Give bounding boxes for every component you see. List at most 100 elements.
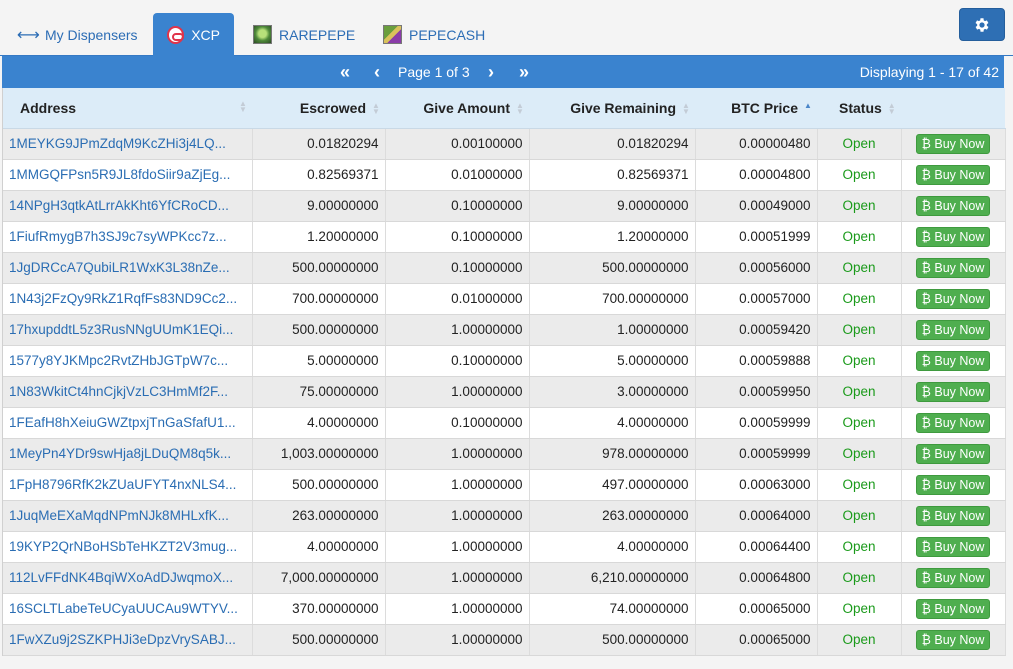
buy-now-button[interactable]: ₿ Buy Now	[915, 319, 991, 340]
buy-cell: ₿ Buy Now	[901, 500, 1006, 532]
buy-now-button[interactable]: ₿ Buy Now	[915, 288, 991, 309]
btc-price-cell: 0.00063000	[695, 469, 818, 501]
escrowed-cell: 500.00000000	[252, 252, 386, 284]
prev-page-button[interactable]: ‹	[367, 56, 387, 88]
address-link[interactable]: 1MEYKG9JPmZdqM9KcZHi3j4LQ...	[3, 128, 253, 160]
give-remaining-cell: 4.00000000	[529, 407, 696, 439]
buy-now-button[interactable]: ₿ Buy Now	[915, 350, 991, 371]
next-page-button[interactable]: ›	[481, 56, 501, 88]
give-amount-cell: 1.00000000	[385, 500, 530, 532]
display-count: Displaying 1 - 17 of 42	[859, 64, 999, 80]
give-remaining-cell: 263.00000000	[529, 500, 696, 532]
tab-label: XCP	[191, 26, 220, 43]
tab-rarepepe[interactable]: RAREPEPE	[253, 13, 355, 56]
tab-my-dispensers[interactable]: ⟷ My Dispensers	[17, 13, 138, 56]
escrowed-cell: 4.00000000	[252, 531, 386, 563]
status-cell: Open	[817, 500, 902, 532]
buy-now-button[interactable]: ₿ Buy Now	[915, 505, 991, 526]
column-header-give-remaining[interactable]: Give Remaining ▲ ▼	[529, 88, 695, 129]
column-header-address[interactable]: Address ▲ ▼	[3, 88, 252, 129]
buy-now-button[interactable]: ₿ Buy Now	[915, 598, 991, 619]
address-link[interactable]: 1FwXZu9j2SZKPHJi3eDpzVrySABJ...	[3, 624, 253, 656]
sort-icon: ▲ ▼	[887, 101, 896, 117]
give-amount-cell: 0.10000000	[385, 407, 530, 439]
give-remaining-cell: 1.20000000	[529, 221, 696, 253]
tab-xcp[interactable]: XCP	[153, 13, 234, 56]
chevron-left-icon: ‹	[374, 61, 380, 82]
buy-cell: ₿ Buy Now	[901, 159, 1006, 191]
status-cell: Open	[817, 283, 902, 315]
btc-price-cell: 0.00051999	[695, 221, 818, 253]
buy-now-button[interactable]: ₿ Buy Now	[915, 381, 991, 402]
tab-pepecash[interactable]: PEPECASH	[383, 13, 485, 56]
status-cell: Open	[817, 438, 902, 470]
table-row: 1577y8YJKMpc2RvtZHbJGTpW7c... 5.00000000 0…	[3, 345, 1006, 377]
address-link[interactable]: 1N43j2FzQy9RkZ1RqfFs83ND9Cc2...	[3, 283, 253, 315]
settings-button[interactable]	[959, 8, 1005, 41]
tab-label: RAREPEPE	[279, 26, 356, 43]
buy-cell: ₿ Buy Now	[901, 221, 1006, 253]
give-remaining-cell: 9.00000000	[529, 190, 696, 222]
escrowed-cell: 1,003.00000000	[252, 438, 386, 470]
escrowed-cell: 700.00000000	[252, 283, 386, 315]
address-link[interactable]: 1FpH8796RfK2kZUaUFYT4nxNLS4...	[3, 469, 253, 501]
btc-price-cell: 0.00059888	[695, 345, 818, 377]
buy-now-button[interactable]: ₿ Buy Now	[915, 567, 991, 588]
buy-cell: ₿ Buy Now	[901, 624, 1006, 656]
give-amount-cell: 1.00000000	[385, 438, 530, 470]
address-link[interactable]: 1JuqMeEXaMqdNPmNJk8MHLxfK...	[3, 500, 253, 532]
escrowed-cell: 7,000.00000000	[252, 562, 386, 594]
escrowed-cell: 500.00000000	[252, 624, 386, 656]
btc-price-cell: 0.00059950	[695, 376, 818, 408]
buy-cell: ₿ Buy Now	[901, 531, 1006, 563]
table-row: 1MEYKG9JPmZdqM9KcZHi3j4LQ... 0.01820294 0.…	[3, 128, 1006, 160]
address-link[interactable]: 1FEafH8hXeiuGWZtpxjTnGaSfafU1...	[3, 407, 253, 439]
table-row: 1N43j2FzQy9RkZ1RqfFs83ND9Cc2... 700.00000…	[3, 283, 1006, 315]
dispensers-table: Address ▲ ▼ Escrowed ▲ ▼ Give Amount ▲ ▼ Give…	[3, 88, 1006, 656]
buy-now-button[interactable]: ₿ Buy Now	[915, 443, 991, 464]
give-remaining-cell: 5.00000000	[529, 345, 696, 377]
buy-now-button[interactable]: ₿ Buy Now	[915, 629, 991, 650]
escrowed-cell: 1.20000000	[252, 221, 386, 253]
table-row: 1FiufRmygB7h3SJ9c7syWPKcc7z... 1.20000000…	[3, 221, 1006, 253]
buy-now-button[interactable]: ₿ Buy Now	[915, 257, 991, 278]
address-link[interactable]: 112LvFFdNK4BqiWXoAdDJwqmoX...	[3, 562, 253, 594]
address-link[interactable]: 1577y8YJKMpc2RvtZHbJGTpW7c...	[3, 345, 253, 377]
buy-now-button[interactable]: ₿ Buy Now	[915, 536, 991, 557]
buy-now-button[interactable]: ₿ Buy Now	[915, 195, 991, 216]
column-label: Escrowed	[299, 99, 366, 116]
address-link[interactable]: 1FiufRmygB7h3SJ9c7syWPKcc7z...	[3, 221, 253, 253]
address-link[interactable]: 1N83WkitCt4hnCjkjVzLC3HmMf2F...	[3, 376, 253, 408]
buy-now-button[interactable]: ₿ Buy Now	[915, 474, 991, 495]
left-right-arrows-icon: ⟷	[17, 26, 40, 44]
buy-now-button[interactable]: ₿ Buy Now	[915, 226, 991, 247]
btc-price-cell: 0.00000480	[695, 128, 818, 160]
table-row: 1JgDRCcA7QubiLR1WxK3L38nZe... 500.0000000…	[3, 252, 1006, 284]
table-row: 19KYP2QrNBoHSbTeHKZT2V3mug... 4.00000000 1…	[3, 531, 1006, 563]
address-link[interactable]: 1MeyPn4YDr9swHja8jLDuQM8q5k...	[3, 438, 253, 470]
buy-now-button[interactable]: ₿ Buy Now	[915, 133, 991, 154]
give-amount-cell: 0.01000000	[385, 159, 530, 191]
address-link[interactable]: 1JgDRCcA7QubiLR1WxK3L38nZe...	[3, 252, 253, 284]
address-link[interactable]: 14NPgH3qtkAtLrrAkKht6YfCRoCD...	[3, 190, 253, 222]
btc-price-cell: 0.00065000	[695, 624, 818, 656]
escrowed-cell: 5.00000000	[252, 345, 386, 377]
btc-price-cell: 0.00056000	[695, 252, 818, 284]
btc-price-cell: 0.00059999	[695, 438, 818, 470]
address-link[interactable]: 19KYP2QrNBoHSbTeHKZT2V3mug...	[3, 531, 253, 563]
buy-cell: ₿ Buy Now	[901, 562, 1006, 594]
last-page-button[interactable]: »	[511, 56, 537, 88]
table-row: 17hxupddtL5z3RusNNgUUmK1EQi... 500.000000…	[3, 314, 1006, 346]
column-label: Address	[20, 99, 77, 116]
column-header-btc-price[interactable]: BTC Price ▲▼	[695, 88, 817, 129]
column-header-status[interactable]: Status ▲ ▼	[817, 88, 901, 129]
buy-now-button[interactable]: ₿ Buy Now	[915, 164, 991, 185]
column-header-escrowed[interactable]: Escrowed ▲ ▼	[252, 88, 385, 129]
column-header-give-amount[interactable]: Give Amount ▲ ▼	[385, 88, 529, 129]
address-link[interactable]: 1MMGQFPsn5R9JL8fdoSiir9aZjEg...	[3, 159, 253, 191]
address-link[interactable]: 16SCLTLabeTeUCyaUUCAu9WTYV...	[3, 593, 253, 625]
buy-cell: ₿ Buy Now	[901, 438, 1006, 470]
address-link[interactable]: 17hxupddtL5z3RusNNgUUmK1EQi...	[3, 314, 253, 346]
first-page-button[interactable]: «	[332, 56, 358, 88]
buy-now-button[interactable]: ₿ Buy Now	[915, 412, 991, 433]
